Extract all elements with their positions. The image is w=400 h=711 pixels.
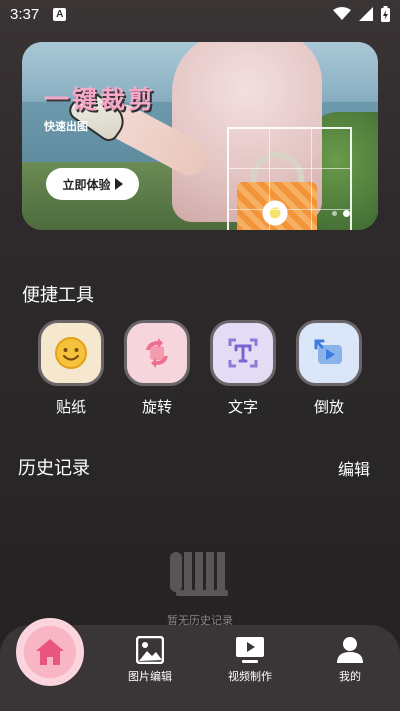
tool-text[interactable]: 文字 bbox=[208, 320, 278, 417]
reverse-play-icon bbox=[314, 339, 342, 364]
status-bar: 3:37 A bbox=[0, 0, 400, 28]
empty-history-icon bbox=[170, 552, 228, 596]
video-icon bbox=[236, 637, 264, 663]
quick-tools-grid: 贴纸 旋转 文字 倒放 bbox=[22, 320, 378, 420]
text-icon bbox=[228, 338, 258, 368]
smiley-sticker-icon bbox=[55, 337, 87, 369]
play-arrow-icon bbox=[114, 178, 123, 190]
nav-item-mine[interactable]: 我的 bbox=[310, 636, 390, 684]
person-icon bbox=[337, 637, 363, 663]
quick-tools-title: 便捷工具 bbox=[22, 285, 94, 306]
banner-pagination bbox=[332, 210, 350, 217]
pagination-dot[interactable] bbox=[332, 211, 337, 216]
tool-sticker[interactable]: 贴纸 bbox=[36, 320, 106, 417]
nav-item-image-edit-label: 图片编辑 bbox=[128, 670, 172, 683]
tool-text-label: 文字 bbox=[227, 398, 258, 416]
home-icon bbox=[36, 639, 64, 665]
rotate-icon bbox=[146, 338, 168, 368]
history-edit-button[interactable]: 编辑 bbox=[338, 456, 370, 480]
wifi-icon bbox=[333, 7, 351, 20]
nav-home-button[interactable] bbox=[16, 618, 84, 686]
tool-reverse-label: 倒放 bbox=[313, 398, 344, 416]
nav-item-video-make[interactable]: 视频制作 bbox=[210, 636, 290, 684]
status-icons bbox=[333, 6, 390, 22]
cellular-signal-icon bbox=[359, 7, 373, 21]
banner-subtitle: 快速出图 bbox=[44, 120, 88, 133]
tool-reverse[interactable]: 倒放 bbox=[294, 320, 364, 417]
notification-badge-icon: A bbox=[53, 7, 67, 21]
battery-charging-icon bbox=[381, 6, 390, 22]
history-title: 历史记录 bbox=[18, 458, 90, 479]
nav-item-mine-label: 我的 bbox=[339, 670, 361, 683]
tool-rotate-tile bbox=[124, 320, 190, 386]
tool-rotate-label: 旋转 bbox=[141, 398, 172, 416]
tool-sticker-label: 贴纸 bbox=[55, 398, 86, 416]
pagination-dot-active[interactable] bbox=[343, 210, 350, 217]
tool-reverse-tile bbox=[296, 320, 362, 386]
status-time: 3:37 bbox=[10, 5, 40, 23]
try-now-button[interactable]: 立即体验 bbox=[46, 168, 139, 200]
image-icon bbox=[136, 636, 164, 664]
tool-text-tile bbox=[210, 320, 276, 386]
nav-item-video-make-label: 视频制作 bbox=[228, 670, 272, 683]
promo-banner[interactable]: 一键裁剪 快速出图 立即体验 bbox=[22, 42, 378, 230]
tool-rotate[interactable]: 旋转 bbox=[122, 320, 192, 417]
nav-item-image-edit[interactable]: 图片编辑 bbox=[110, 636, 190, 684]
tool-sticker-tile bbox=[38, 320, 104, 386]
try-now-label: 立即体验 bbox=[62, 177, 111, 192]
banner-title: 一键裁剪 bbox=[44, 85, 157, 114]
